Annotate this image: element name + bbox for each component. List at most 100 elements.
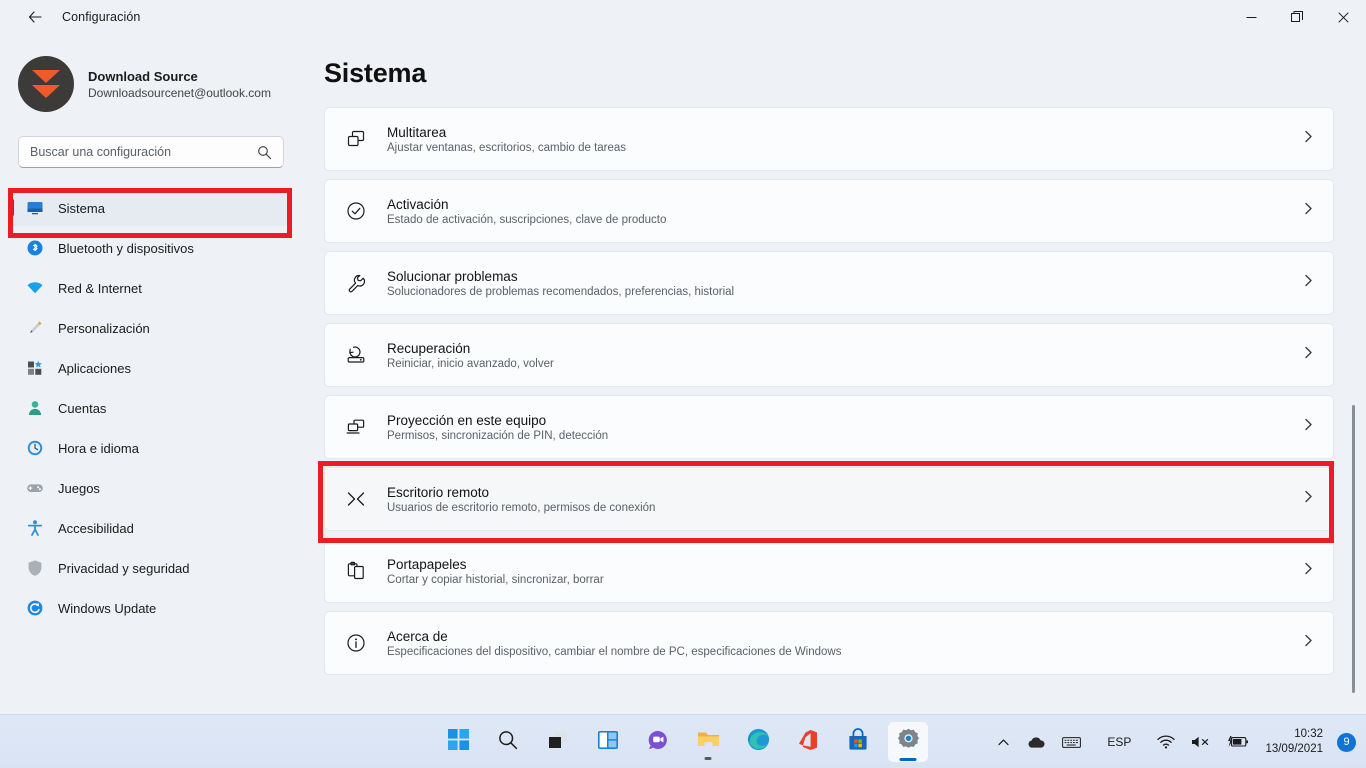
- sidebar-item-label: Cuentas: [58, 400, 107, 416]
- speaker-muted-icon: [1192, 736, 1209, 748]
- sidebar-item-juegos[interactable]: Juegos: [8, 470, 292, 506]
- search-input[interactable]: [19, 137, 283, 167]
- notification-badge[interactable]: 9: [1337, 732, 1356, 752]
- restore-button[interactable]: [1274, 0, 1320, 34]
- card-subtitle: Reiniciar, inicio avanzado, volver: [387, 357, 554, 370]
- check-circle-icon: [339, 200, 373, 222]
- taskbar-widgets-button[interactable]: [588, 722, 628, 762]
- remote-desktop-icon: [339, 488, 373, 510]
- tray-language-button[interactable]: ESP: [1089, 723, 1149, 761]
- settings-card-acerca-de[interactable]: Acerca de Especificaciones del dispositi…: [324, 611, 1334, 675]
- card-title: Proyección en este equipo: [387, 412, 547, 428]
- search-box[interactable]: [18, 136, 284, 168]
- sidebar-item-aplicaciones[interactable]: Aplicaciones: [8, 350, 292, 386]
- shield-icon: [26, 559, 44, 577]
- card-text: Acerca de Especificaciones del dispositi…: [373, 629, 1302, 658]
- account-section[interactable]: Download Source Downloadsourcenet@outloo…: [0, 34, 310, 112]
- cloud-icon: [1028, 736, 1045, 748]
- tray-overflow-button[interactable]: [989, 723, 1018, 761]
- taskbar-search-button[interactable]: [488, 722, 528, 762]
- chevron-right-icon[interactable]: [1302, 634, 1315, 652]
- tray-battery-button[interactable]: [1219, 723, 1257, 761]
- taskbar-settings-button[interactable]: [888, 722, 928, 762]
- minimize-button[interactable]: [1228, 0, 1274, 34]
- tray-volume-button[interactable]: [1183, 723, 1219, 761]
- update-icon: [26, 599, 44, 617]
- taskbar-edge-button[interactable]: [738, 722, 778, 762]
- taskbar-clock[interactable]: 10:32 13/09/2021: [1257, 723, 1331, 761]
- sidebar-item-hora-idioma[interactable]: Hora e idioma: [8, 430, 292, 466]
- sidebar-item-cuentas[interactable]: Cuentas: [8, 390, 292, 426]
- account-text: Download Source Downloadsourcenet@outloo…: [88, 69, 271, 100]
- card-text: Escritorio remoto Usuarios de escritorio…: [373, 485, 1302, 514]
- account-email: Downloadsourcenet@outlook.com: [88, 85, 271, 100]
- chevron-right-icon[interactable]: [1302, 274, 1315, 292]
- account-name: Download Source: [88, 68, 198, 84]
- settings-card-list: Multitarea Ajustar ventanas, escritorios…: [310, 107, 1366, 675]
- title-bar: Configuración: [0, 0, 1366, 34]
- projection-icon: [339, 416, 373, 438]
- back-button[interactable]: [18, 2, 52, 32]
- sidebar-item-sistema[interactable]: Sistema: [8, 190, 292, 226]
- tray-onedrive-button[interactable]: [1018, 723, 1054, 761]
- settings-card-activacion[interactable]: Activación Estado de activación, suscrip…: [324, 179, 1334, 243]
- settings-card-proyeccion[interactable]: Proyección en este equipo Permisos, sinc…: [324, 395, 1334, 459]
- taskbar-chat-button[interactable]: [638, 722, 678, 762]
- window-controls: [1228, 0, 1366, 34]
- display-icon: [26, 199, 44, 217]
- card-title: Activación: [387, 196, 449, 212]
- tray-network-button[interactable]: [1149, 723, 1183, 761]
- avatar-chevron-lower-icon: [32, 85, 60, 98]
- taskbar-store-button[interactable]: [838, 722, 878, 762]
- taskbar-task-view-button[interactable]: [538, 722, 578, 762]
- sidebar-item-windows-update[interactable]: Windows Update: [8, 590, 292, 626]
- info-circle-icon: [339, 632, 373, 654]
- chevron-right-icon[interactable]: [1302, 490, 1315, 508]
- battery-charging-icon: [1228, 736, 1249, 747]
- accessibility-icon: [26, 519, 44, 537]
- chevron-right-icon[interactable]: [1302, 562, 1315, 580]
- settings-card-portapapeles[interactable]: Portapapeles Cortar y copiar historial, …: [324, 539, 1334, 603]
- card-title: Escritorio remoto: [387, 484, 490, 500]
- settings-card-solucionar-problemas[interactable]: Solucionar problemas Solucionadores de p…: [324, 251, 1334, 315]
- person-icon: [26, 399, 44, 417]
- sidebar-item-bluetooth[interactable]: Bluetooth y dispositivos: [8, 230, 292, 266]
- chevron-right-icon[interactable]: [1302, 202, 1315, 220]
- gamepad-icon: [26, 479, 44, 497]
- wrench-icon: [339, 272, 373, 294]
- sidebar-item-red-internet[interactable]: Red & Internet: [8, 270, 292, 306]
- main-content: Sistema Multitarea Ajustar ventanas, esc…: [310, 34, 1366, 714]
- card-title: Acerca de: [387, 628, 448, 644]
- taskbar-start-button[interactable]: [438, 722, 478, 762]
- sidebar-item-label: Accesibilidad: [58, 520, 134, 536]
- multitask-icon: [339, 128, 373, 150]
- folder-icon: [696, 727, 721, 757]
- card-subtitle: Especificaciones del dispositivo, cambia…: [387, 645, 842, 658]
- search-icon[interactable]: [257, 145, 272, 165]
- sidebar-item-label: Aplicaciones: [58, 360, 131, 376]
- taskbar-file-explorer-button[interactable]: [688, 722, 728, 762]
- navigation-list: Sistema Bluetooth y dispositivos Red & I…: [0, 190, 310, 626]
- tray-keyboard-button[interactable]: [1054, 723, 1089, 761]
- sidebar-item-accesibilidad[interactable]: Accesibilidad: [8, 510, 292, 546]
- content-scrollbar[interactable]: [1352, 405, 1355, 693]
- avatar-chevron-upper-icon: [32, 70, 60, 83]
- sidebar-item-privacidad[interactable]: Privacidad y seguridad: [8, 550, 292, 586]
- settings-card-multitarea[interactable]: Multitarea Ajustar ventanas, escritorios…: [324, 107, 1334, 171]
- card-subtitle: Estado de activación, suscripciones, cla…: [387, 213, 667, 226]
- taskbar-office-button[interactable]: [788, 722, 828, 762]
- chevron-right-icon[interactable]: [1302, 418, 1315, 436]
- windows-logo-icon: [447, 728, 470, 756]
- close-button[interactable]: [1320, 0, 1366, 34]
- sidebar-item-personalizacion[interactable]: Personalización: [8, 310, 292, 346]
- search-section: [0, 112, 310, 168]
- sidebar-item-label: Personalización: [58, 320, 150, 336]
- settings-card-escritorio-remoto[interactable]: Escritorio remoto Usuarios de escritorio…: [324, 467, 1334, 531]
- sidebar-item-label: Bluetooth y dispositivos: [58, 240, 194, 256]
- settings-card-recuperacion[interactable]: Recuperación Reiniciar, inicio avanzado,…: [324, 323, 1334, 387]
- chevron-right-icon[interactable]: [1302, 130, 1315, 148]
- chevron-right-icon[interactable]: [1302, 346, 1315, 364]
- sidebar-item-label: Hora e idioma: [58, 440, 139, 456]
- system-tray: ESP 10:32 13/09/2021 9: [989, 715, 1356, 768]
- bluetooth-icon: [26, 239, 44, 257]
